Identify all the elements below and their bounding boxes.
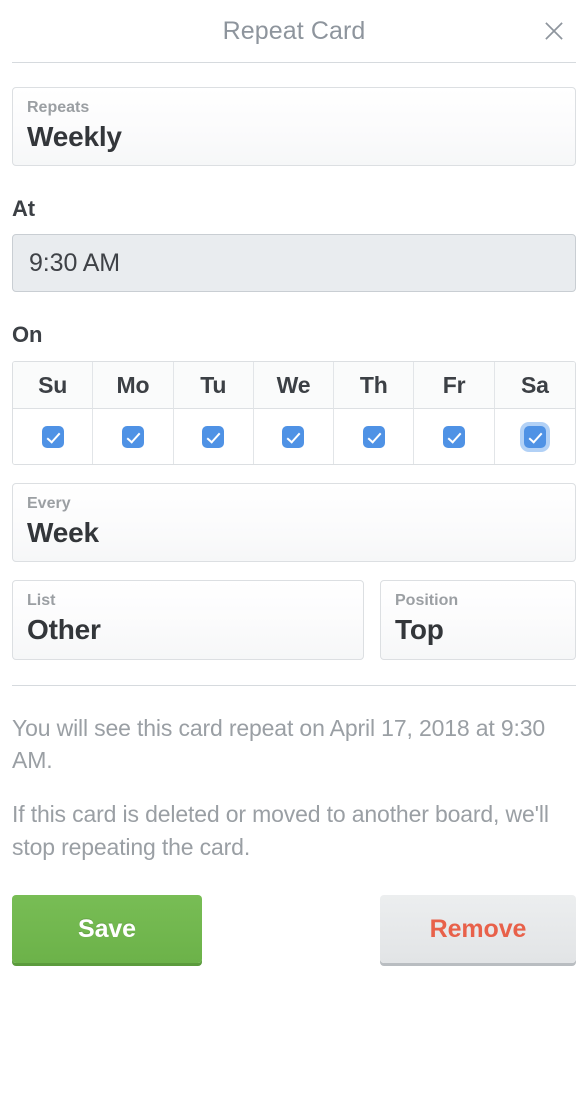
weekday-header-th: Th (334, 362, 415, 410)
weekday-cell-we (253, 409, 335, 465)
weekday-cell-mo (93, 409, 174, 465)
weekday-header-su: Su (13, 362, 94, 410)
weekday-checkbox-sa[interactable] (523, 425, 546, 448)
weekday-header-we: We (253, 362, 335, 410)
close-button[interactable] (537, 14, 571, 48)
header-divider (12, 62, 576, 63)
weekday-header-tu: Tu (173, 362, 254, 410)
dialog-actions: Save Remove (12, 895, 576, 964)
position-label: Position (395, 592, 459, 610)
repeat-description: You will see this card repeat on April 1… (12, 712, 576, 864)
weekday-header-row: Su Mo Tu We Th Fr Sa (13, 362, 575, 410)
weekday-table: Su Mo Tu We Th Fr Sa (12, 361, 576, 466)
weekday-checkbox-we[interactable] (282, 425, 305, 448)
at-heading: At (12, 196, 36, 222)
footer-divider (12, 684, 576, 686)
repeats-label: Repeats (27, 99, 90, 116)
weekday-cell-fr (414, 409, 495, 465)
description-line-2: If this card is deleted or moved to anot… (12, 801, 549, 860)
weekday-checkbox-tu[interactable] (202, 425, 225, 448)
weekday-header-fr: Fr (414, 362, 495, 410)
weekday-checkbox-row (13, 409, 575, 465)
list-label: List (27, 592, 56, 610)
repeats-value: Weekly (27, 120, 122, 152)
repeats-select[interactable]: Repeats Weekly (12, 87, 576, 167)
weekday-cell-th (334, 409, 415, 465)
weekday-checkbox-mo[interactable] (121, 425, 144, 448)
page-title: Repeat Card (222, 16, 366, 45)
weekday-header-mo: Mo (93, 362, 174, 410)
every-label: Every (27, 495, 71, 513)
remove-button[interactable]: Remove (380, 895, 576, 964)
on-heading: On (12, 322, 43, 348)
position-value: Top (395, 614, 444, 646)
description-line-1: You will see this card repeat on April 1… (12, 714, 546, 774)
position-select[interactable]: Position Top (380, 580, 576, 660)
at-time-input[interactable] (12, 234, 576, 293)
repeat-card-dialog: Repeat Card Repeats Weekly At On Su Mo T… (0, 0, 588, 1096)
every-select[interactable]: Every Week (12, 483, 576, 563)
list-select[interactable]: List Other (12, 580, 364, 660)
weekday-checkbox-fr[interactable] (443, 425, 466, 448)
weekday-cell-su (13, 409, 94, 465)
weekday-checkbox-su[interactable] (41, 425, 64, 448)
list-value: Other (27, 614, 101, 646)
weekday-checkbox-th[interactable] (362, 425, 385, 448)
close-icon (545, 22, 563, 40)
list-position-row: List Other Position Top (12, 580, 576, 660)
weekday-cell-sa (494, 409, 575, 465)
every-value: Week (27, 517, 99, 549)
save-button[interactable]: Save (12, 895, 202, 964)
weekday-cell-tu (173, 409, 254, 465)
dialog-header: Repeat Card (12, 0, 576, 62)
weekday-header-sa: Sa (494, 362, 575, 410)
